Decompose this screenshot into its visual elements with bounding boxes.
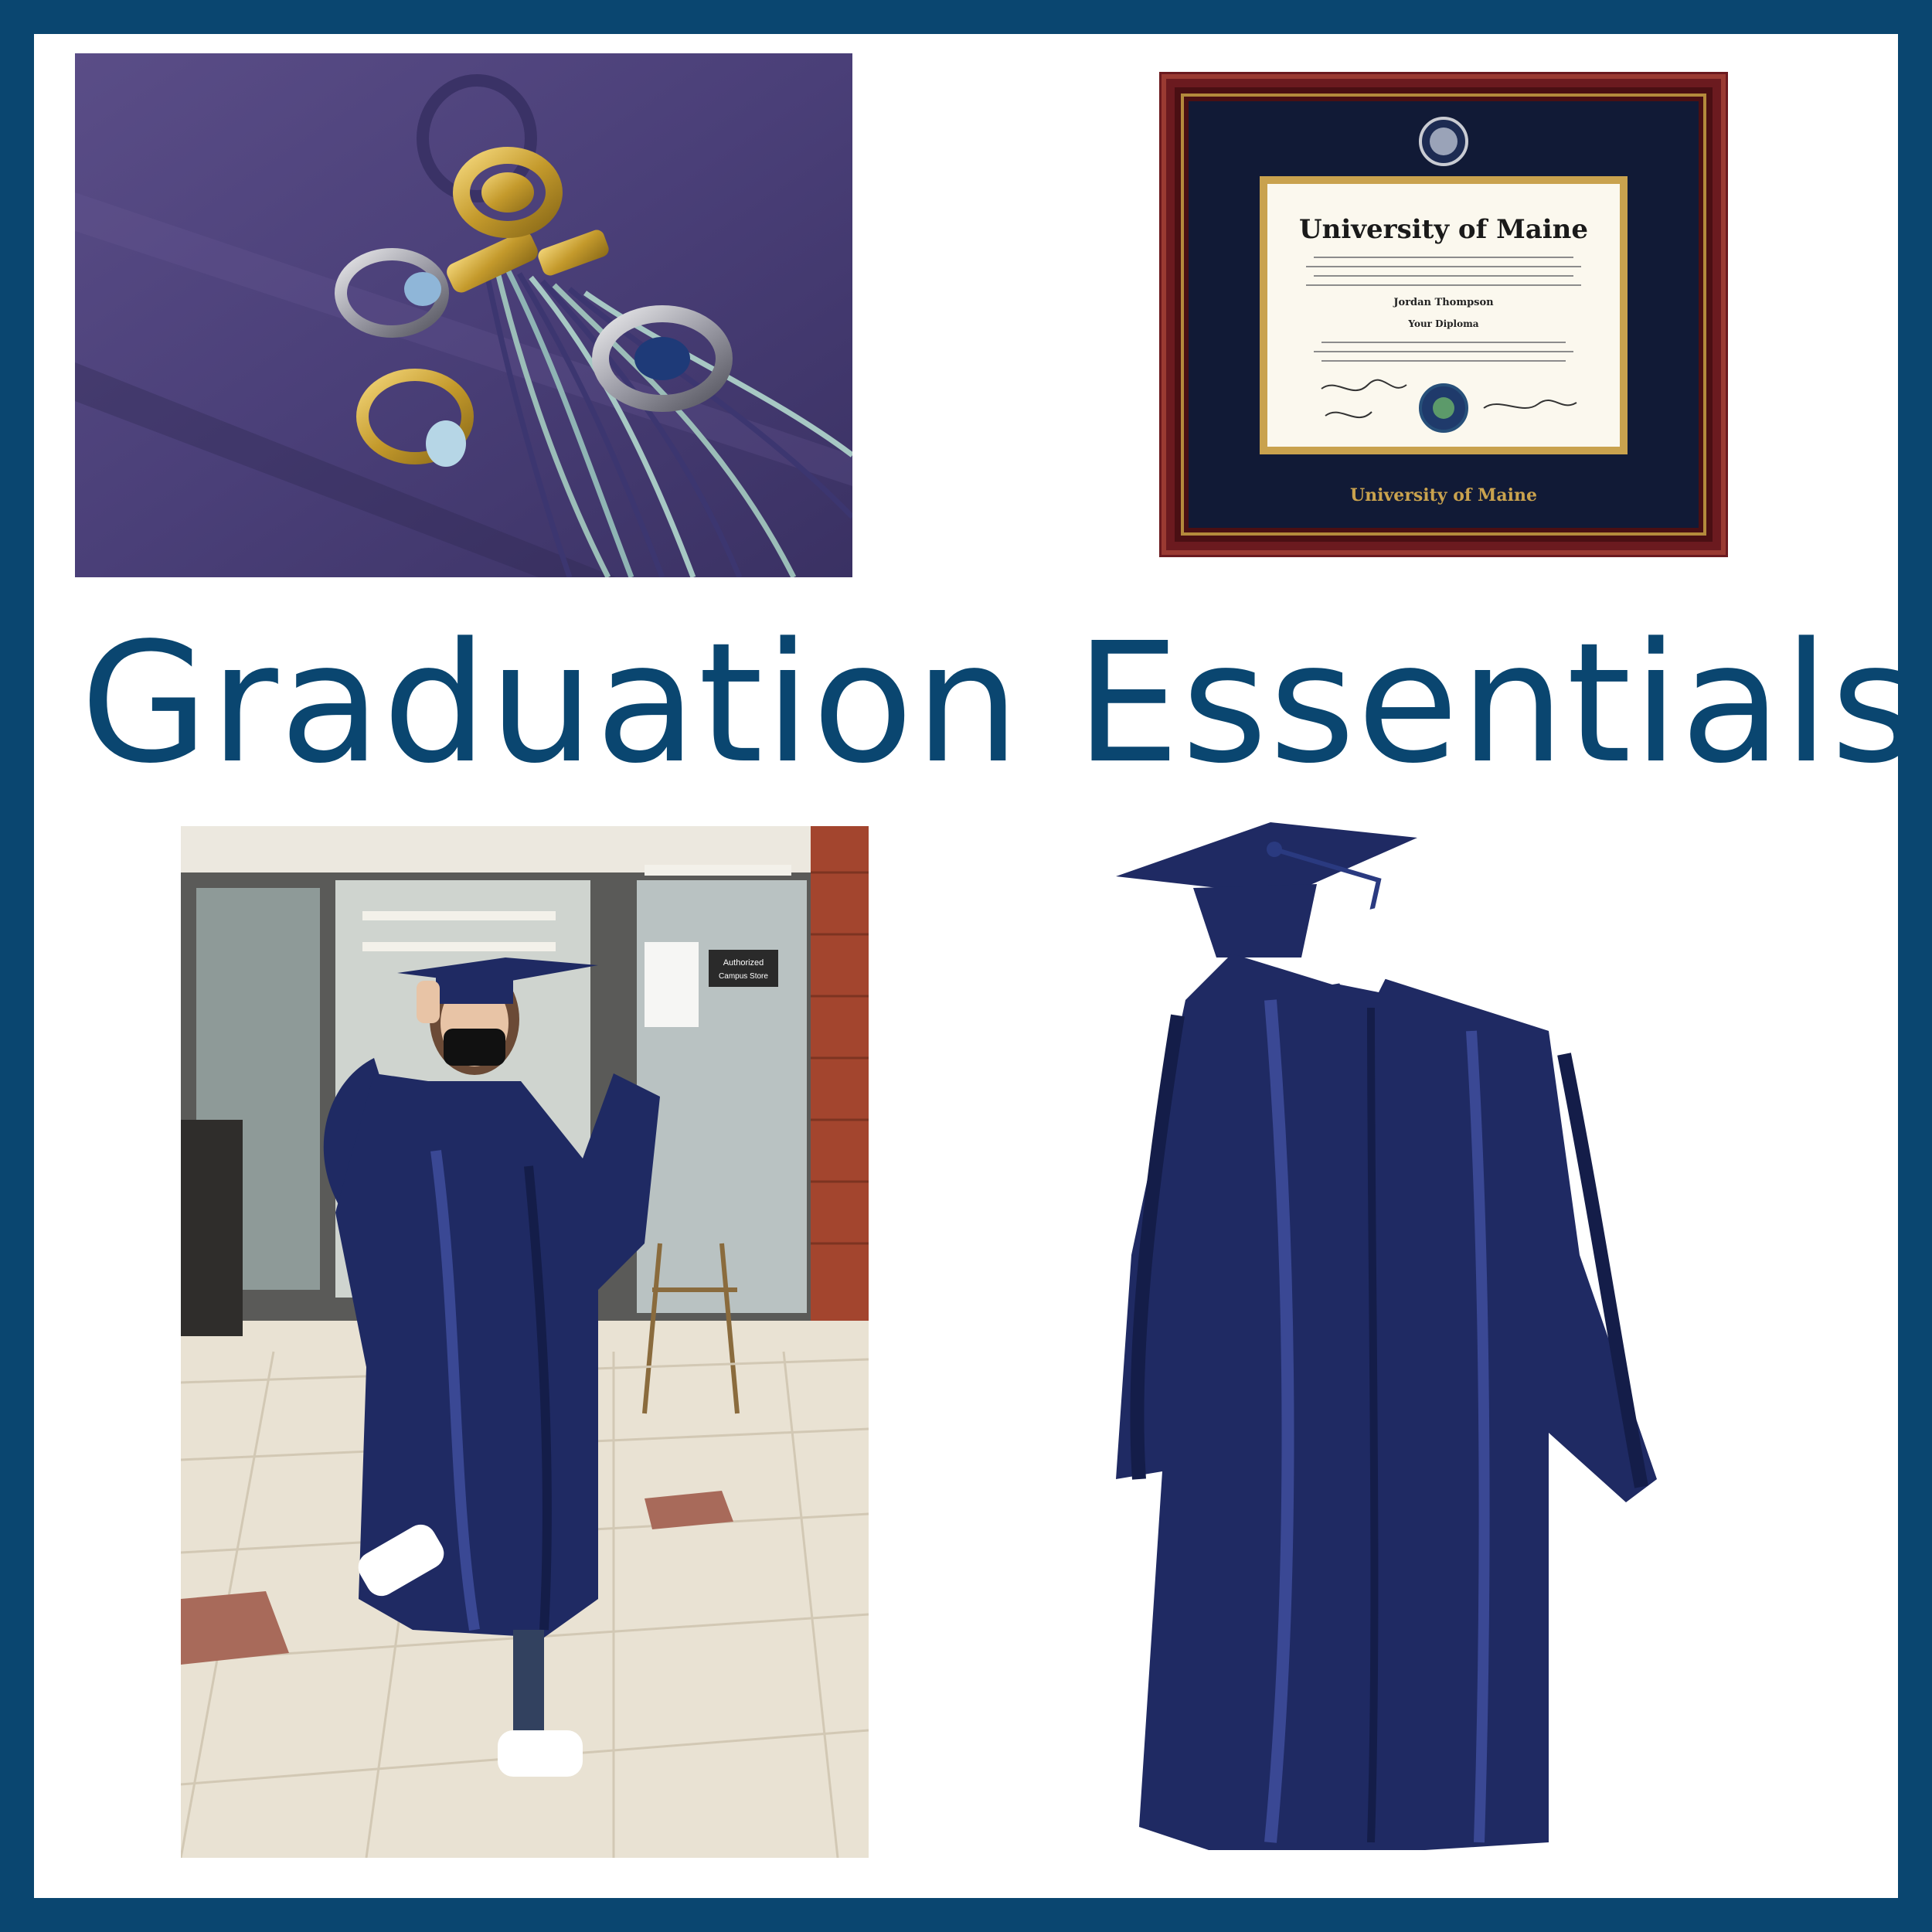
- class-rings-photo: [75, 53, 852, 577]
- diploma-recipient: Jordan Thompson: [1393, 297, 1494, 308]
- diploma-school-name: University of Maine: [1299, 214, 1588, 245]
- framed-diploma-photo: University of Maine Jordan Thompson Your…: [1159, 72, 1728, 557]
- store-sign-brand: Authorized: [723, 958, 764, 968]
- frame-caption: University of Maine: [1350, 485, 1537, 505]
- cap-and-gown-photo: [1116, 822, 1657, 1858]
- graphic-canvas: University of Maine Jordan Thompson Your…: [34, 34, 1898, 1898]
- headline: Graduation Essentials: [80, 607, 1898, 800]
- store-sign-subtitle: Campus Store: [719, 972, 768, 981]
- student-in-gown-photo: Authorized Campus Store: [181, 826, 869, 1858]
- diploma-degree: Your Diploma: [1407, 318, 1478, 329]
